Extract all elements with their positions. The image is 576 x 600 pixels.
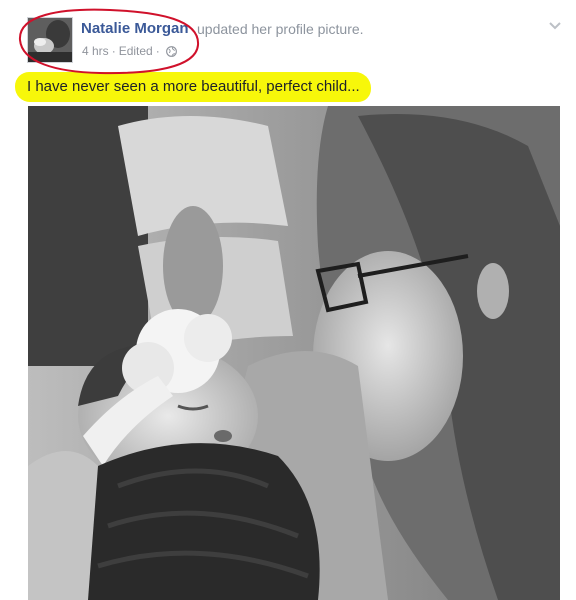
- post-caption: I have never seen a more beautiful, perf…: [27, 78, 360, 95]
- chevron-down-icon[interactable]: [548, 19, 562, 31]
- edited-link[interactable]: Edited: [119, 44, 153, 58]
- meta-separator: ·: [155, 44, 160, 58]
- globe-icon[interactable]: [165, 46, 177, 60]
- post-action-text: updated her profile picture.: [197, 21, 364, 37]
- profile-avatar[interactable]: [27, 17, 73, 63]
- author-name-link[interactable]: Natalie Morgan: [81, 20, 189, 37]
- post-timestamp-link[interactable]: 4 hrs: [82, 44, 109, 58]
- post-meta: 4 hrs · Edited ·: [82, 44, 177, 60]
- profile-photo[interactable]: [28, 106, 560, 600]
- meta-separator: ·: [111, 44, 116, 58]
- feed-post: Natalie Morgan updated her profile pictu…: [0, 0, 576, 600]
